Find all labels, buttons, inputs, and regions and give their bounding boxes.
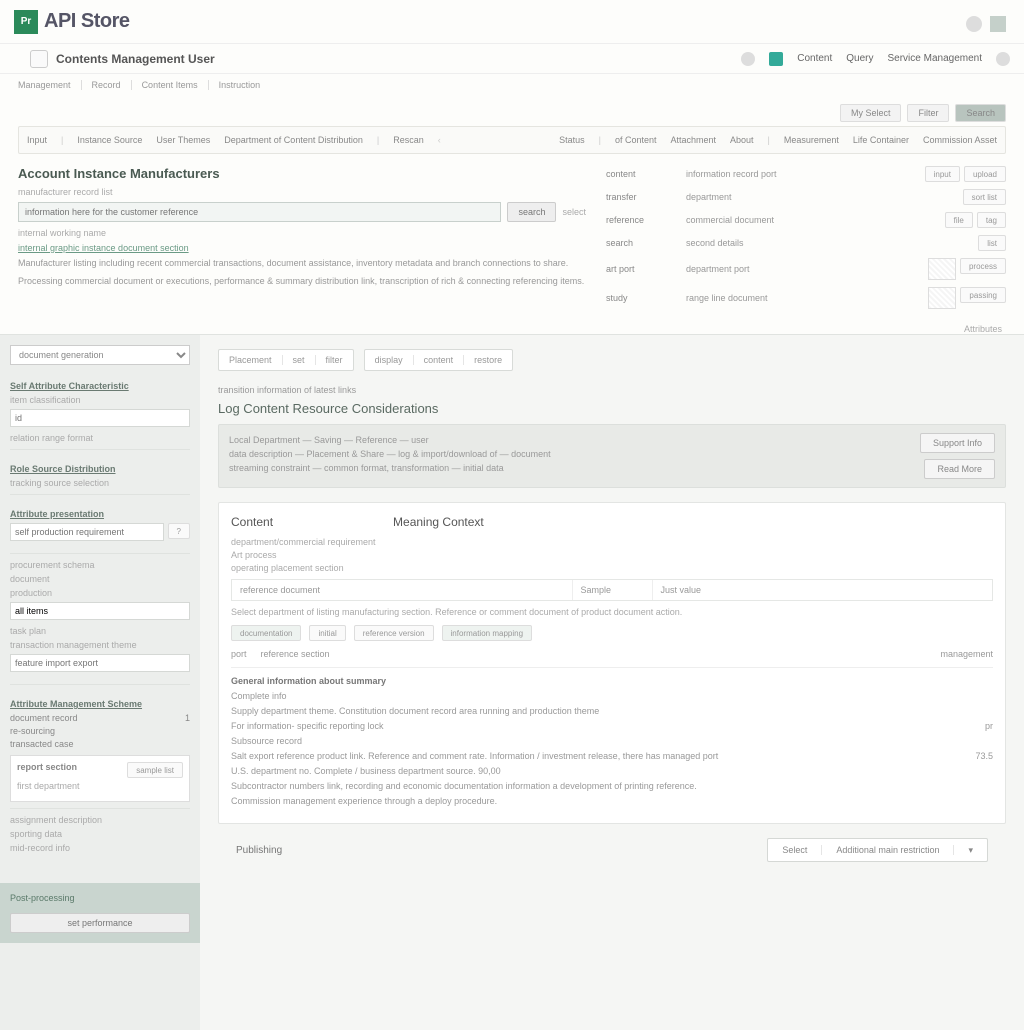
tab[interactable]: Status: [559, 135, 585, 145]
mini-table: reference documentSampleJust value: [231, 579, 993, 601]
tab[interactable]: Measurement: [784, 135, 839, 145]
tab[interactable]: Rescan: [393, 135, 424, 145]
sb-h2: Role Source Distribution: [10, 464, 190, 474]
select-button[interactable]: Select: [768, 845, 822, 855]
thumb-icon: [928, 287, 956, 309]
chip[interactable]: tag: [977, 212, 1006, 228]
sb-select[interactable]: document generation: [10, 345, 190, 365]
search-input[interactable]: [18, 202, 501, 222]
additional-button[interactable]: Additional main restriction: [822, 845, 954, 855]
tab[interactable]: About: [730, 135, 754, 145]
tab[interactable]: Department of Content Distribution: [224, 135, 363, 145]
chip[interactable]: upload: [964, 166, 1006, 182]
sb-id-input[interactable]: [10, 409, 190, 427]
pill[interactable]: initial: [309, 625, 345, 641]
apps-icon[interactable]: [990, 16, 1006, 32]
tab[interactable]: Commission Asset: [923, 135, 997, 145]
pill[interactable]: reference version: [354, 625, 434, 641]
footer-buttons[interactable]: Select Additional main restriction ▾: [767, 838, 988, 862]
nav-query[interactable]: Query: [846, 53, 873, 64]
content-panel: ContentMeaning Context department/commer…: [218, 502, 1006, 824]
readmore-button[interactable]: Read More: [924, 459, 995, 479]
sb-h4: Attribute Management Scheme: [10, 699, 190, 709]
sb-feature-input[interactable]: [10, 654, 190, 672]
brand-name: API Store: [44, 10, 130, 33]
panel-heading: Log Content Resource Considerations: [218, 401, 1006, 416]
module-icon: [30, 50, 48, 68]
pill[interactable]: information mapping: [442, 625, 532, 641]
doc-link[interactable]: internal graphic instance document secti…: [18, 243, 586, 253]
footer-label: Publishing: [236, 845, 282, 856]
info-tab[interactable]: port: [231, 649, 247, 659]
side-label: select: [562, 207, 586, 217]
kv-panel: contentinformation record portinputuploa…: [606, 166, 1006, 316]
chip[interactable]: file: [945, 212, 973, 228]
tab[interactable]: Instance Source: [77, 135, 142, 145]
chevron-down-icon[interactable]: ▾: [954, 845, 987, 856]
tool-group-1[interactable]: Placementsetfilter: [218, 349, 354, 371]
sample-btn[interactable]: sample list: [127, 762, 183, 778]
notif-icon[interactable]: [966, 16, 982, 32]
sb-items-input[interactable]: [10, 602, 190, 620]
thumb-icon: [928, 258, 956, 280]
filter-myselect[interactable]: My Select: [840, 104, 902, 122]
para2: Processing commercial document or execut…: [18, 275, 586, 289]
module-title: Contents Management User: [56, 52, 215, 66]
wp-meaning: Meaning Context: [393, 515, 484, 529]
para1: Manufacturer listing including recent co…: [18, 257, 586, 271]
edit-icon[interactable]: [741, 52, 755, 66]
sb-req-input[interactable]: [10, 523, 164, 541]
caption: transition information of latest links: [218, 385, 1006, 395]
tab-strip: Input| Instance Source User Themes Depar…: [18, 126, 1006, 154]
logo-icon: Pr: [14, 10, 38, 34]
tab[interactable]: of Content: [615, 135, 657, 145]
tab[interactable]: User Themes: [156, 135, 210, 145]
tool-group-2[interactable]: displaycontentrestore: [364, 349, 514, 371]
sb-h3: Attribute presentation: [10, 509, 190, 519]
section-sub: manufacturer record list: [18, 187, 586, 197]
support-button[interactable]: Support Info: [920, 433, 995, 453]
chip[interactable]: process: [960, 258, 1006, 274]
main-panel: Placementsetfilter displaycontentrestore…: [200, 335, 1024, 1030]
tab[interactable]: Input: [27, 135, 47, 145]
chip[interactable]: passing: [960, 287, 1006, 303]
chip[interactable]: sort list: [963, 189, 1006, 205]
nav-content[interactable]: Content: [797, 53, 832, 64]
user-icon[interactable]: [996, 52, 1010, 66]
attributes-link[interactable]: Attributes: [0, 324, 1024, 334]
set-perf-button[interactable]: set performance: [10, 913, 190, 933]
filter-search[interactable]: Search: [955, 104, 1006, 122]
log-panel: Support Info Read More Local Department …: [218, 424, 1006, 488]
pill[interactable]: documentation: [231, 625, 301, 641]
chip[interactable]: input: [925, 166, 960, 182]
chip[interactable]: list: [978, 235, 1006, 251]
info-tab[interactable]: reference section: [261, 649, 330, 659]
info-tab[interactable]: management: [940, 649, 993, 659]
filter-filter[interactable]: Filter: [907, 104, 949, 122]
tab[interactable]: Life Container: [853, 135, 909, 145]
sb-h1: Self Attribute Characteristic: [10, 381, 190, 391]
section-title: Account Instance Manufacturers: [18, 166, 586, 181]
sub2: internal working name: [18, 228, 586, 238]
breadcrumb: ManagementRecordContent ItemsInstruction: [0, 74, 1024, 96]
status-icon: [769, 52, 783, 66]
tab[interactable]: Attachment: [670, 135, 716, 145]
wp-content: Content: [231, 515, 273, 529]
search-button[interactable]: search: [507, 202, 556, 222]
nav-service[interactable]: Service Management: [888, 53, 983, 64]
sidebar: document generation Self Attribute Chara…: [0, 335, 200, 1030]
